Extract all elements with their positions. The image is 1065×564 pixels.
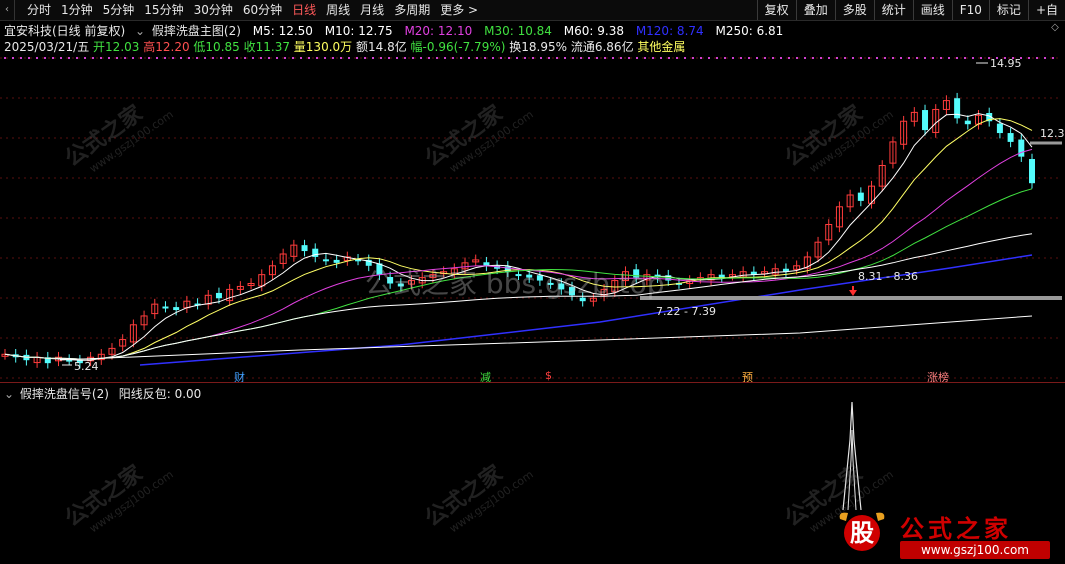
- candle-body-down: [996, 123, 1003, 134]
- candle-body-down: [1007, 133, 1014, 142]
- brand-logo: 股 公式之家 www.gszj100.com: [830, 505, 1065, 563]
- ma5-line: [4, 113, 1033, 361]
- candle-body-down: [964, 120, 971, 125]
- event-dollar[interactable]: $: [545, 369, 552, 382]
- candle-body-down: [954, 98, 961, 119]
- range-b-label: 7.22 - 7.39: [656, 305, 716, 318]
- logo-badge-icon: 股: [836, 509, 888, 557]
- candle-body-down: [1029, 159, 1035, 184]
- sub-toggle-icon[interactable]: ⌄: [4, 387, 14, 401]
- candle-body-down: [215, 292, 222, 299]
- sub-panel-header: ⌄ 假摔洗盘信号(2) 阳线反包: 0.00: [4, 385, 201, 402]
- buy-arrow-icon: [849, 286, 857, 296]
- ma-lines: [4, 113, 1033, 366]
- candle-body-down: [857, 192, 864, 201]
- last-price-label: 12.31: [1040, 127, 1065, 140]
- sub-indicator-value: 阳线反包: 0.00: [118, 387, 202, 401]
- overlay-watermark: 公式之家 bbs.gszb.top: [365, 267, 665, 300]
- low-price-label: 5.24: [74, 360, 99, 373]
- panel-divider[interactable]: [0, 382, 1065, 383]
- candle-body-down: [1018, 139, 1025, 157]
- logo-name: 公式之家: [900, 515, 1012, 543]
- logo-url: www.gszj100.com: [900, 541, 1050, 559]
- peak-price-label: 14.95: [990, 57, 1022, 70]
- sub-indicator-name[interactable]: 假摔洗盘信号(2): [20, 387, 109, 401]
- candle-body-down: [162, 306, 169, 309]
- candle-body-down: [922, 110, 929, 131]
- candle-body-down: [333, 259, 340, 263]
- chart-window: ‹ 分时 1分钟 5分钟 15分钟 30分钟 60分钟 日线 周线 月线 多周期…: [0, 0, 1065, 564]
- candle-body-down: [173, 307, 180, 311]
- candle-body-down: [322, 259, 329, 262]
- logo-badge-text: 股: [844, 515, 880, 551]
- range-a-label: 8.31 - 8.36: [858, 270, 918, 283]
- candle-body-down: [301, 245, 308, 252]
